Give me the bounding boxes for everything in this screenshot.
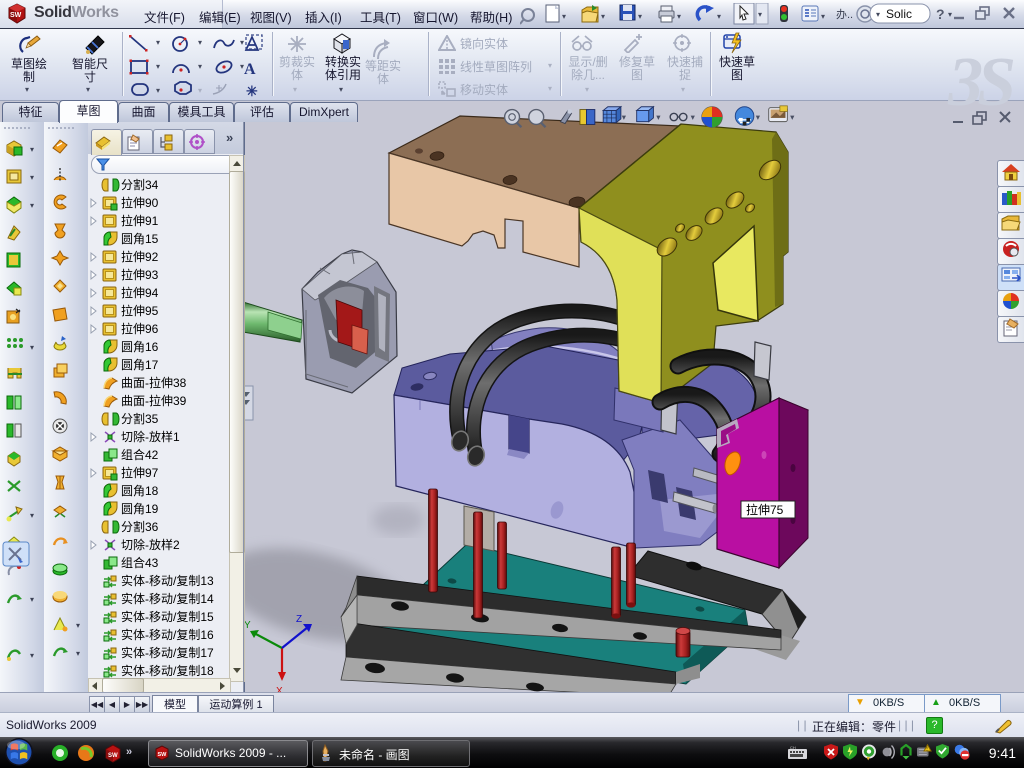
svg-text:拉伸92: 拉伸92	[121, 249, 159, 264]
svg-text:▾: ▾	[30, 343, 34, 352]
svg-text:✳: ✳	[246, 83, 258, 99]
svg-text:圆角19: 圆角19	[121, 502, 159, 516]
svg-text:切除-放样2: 切除-放样2	[121, 537, 180, 552]
svg-text:分割36: 分割36	[121, 519, 159, 534]
svg-text:SW: SW	[10, 12, 22, 19]
svg-text:?: ?	[936, 6, 945, 22]
svg-text:实体-移动/复制14: 实体-移动/复制14	[121, 591, 214, 606]
svg-text:拉伸93: 拉伸93	[121, 267, 159, 282]
svg-text:Y: Y	[244, 620, 251, 631]
svg-text:▾: ▾	[790, 112, 794, 122]
svg-text:曲面-拉伸39: 曲面-拉伸39	[121, 393, 187, 408]
svg-text:▾: ▾	[622, 112, 626, 122]
svg-text:圆角18: 圆角18	[121, 484, 159, 498]
svg-text:▾: ▾	[717, 12, 721, 21]
svg-text:圆角15: 圆角15	[121, 232, 159, 246]
svg-text:»: »	[126, 746, 132, 758]
svg-text:SW: SW	[158, 752, 168, 758]
svg-text:拉伸91: 拉伸91	[121, 213, 159, 228]
svg-text:▾: ▾	[758, 10, 762, 19]
svg-text:▾: ▾	[30, 511, 34, 520]
svg-text:▾: ▾	[677, 12, 681, 21]
svg-text:▾: ▾	[876, 10, 880, 19]
svg-text:▾: ▾	[30, 651, 34, 660]
svg-text:▾: ▾	[756, 112, 760, 122]
svg-text:▾: ▾	[76, 621, 80, 630]
svg-text:CH: CH	[790, 746, 796, 750]
svg-text:▾: ▾	[638, 12, 642, 21]
svg-text:曲面-拉伸38: 曲面-拉伸38	[121, 375, 187, 390]
svg-text:▾: ▾	[30, 595, 34, 604]
svg-text:拉伸90: 拉伸90	[121, 195, 159, 210]
svg-text:组合43: 组合43	[121, 555, 159, 570]
svg-text:▾: ▾	[601, 12, 605, 21]
svg-text:拉伸96: 拉伸96	[121, 321, 159, 336]
svg-text:▾: ▾	[691, 112, 695, 122]
svg-text:拉伸94: 拉伸94	[121, 285, 159, 300]
svg-text:▾: ▾	[656, 112, 660, 122]
svg-text:实体-移动/复制15: 实体-移动/复制15	[121, 609, 214, 624]
svg-text:▾: ▾	[30, 145, 34, 154]
svg-text:实体-移动/复制13: 实体-移动/复制13	[121, 573, 214, 588]
svg-text:组合42: 组合42	[121, 447, 159, 462]
svg-text:▾: ▾	[76, 649, 80, 658]
svg-text:拉伸95: 拉伸95	[121, 303, 159, 318]
svg-text:分割35: 分割35	[121, 411, 159, 426]
svg-text:Z: Z	[296, 614, 302, 625]
svg-text:圆角17: 圆角17	[121, 358, 159, 372]
svg-text:▾: ▾	[30, 173, 34, 182]
svg-text:SW: SW	[108, 753, 118, 759]
svg-text:▾: ▾	[30, 201, 34, 210]
svg-text:分割34: 分割34	[121, 177, 159, 192]
svg-text:▾: ▾	[821, 12, 825, 21]
svg-text:圆角16: 圆角16	[121, 340, 159, 354]
svg-text:▾: ▾	[562, 12, 566, 21]
svg-text:拉伸97: 拉伸97	[121, 465, 159, 480]
svg-text:A: A	[244, 61, 256, 78]
svg-text:实体-移动/复制16: 实体-移动/复制16	[121, 627, 214, 642]
svg-text:实体-移动/复制17: 实体-移动/复制17	[121, 645, 214, 660]
svg-text:Solic: Solic	[886, 7, 912, 21]
svg-text:拉伸75: 拉伸75	[746, 502, 784, 517]
svg-text:办..: 办..	[836, 8, 853, 21]
svg-text:切除-放样1: 切除-放样1	[121, 429, 180, 444]
svg-text:实体-移动/复制18: 实体-移动/复制18	[121, 663, 214, 678]
